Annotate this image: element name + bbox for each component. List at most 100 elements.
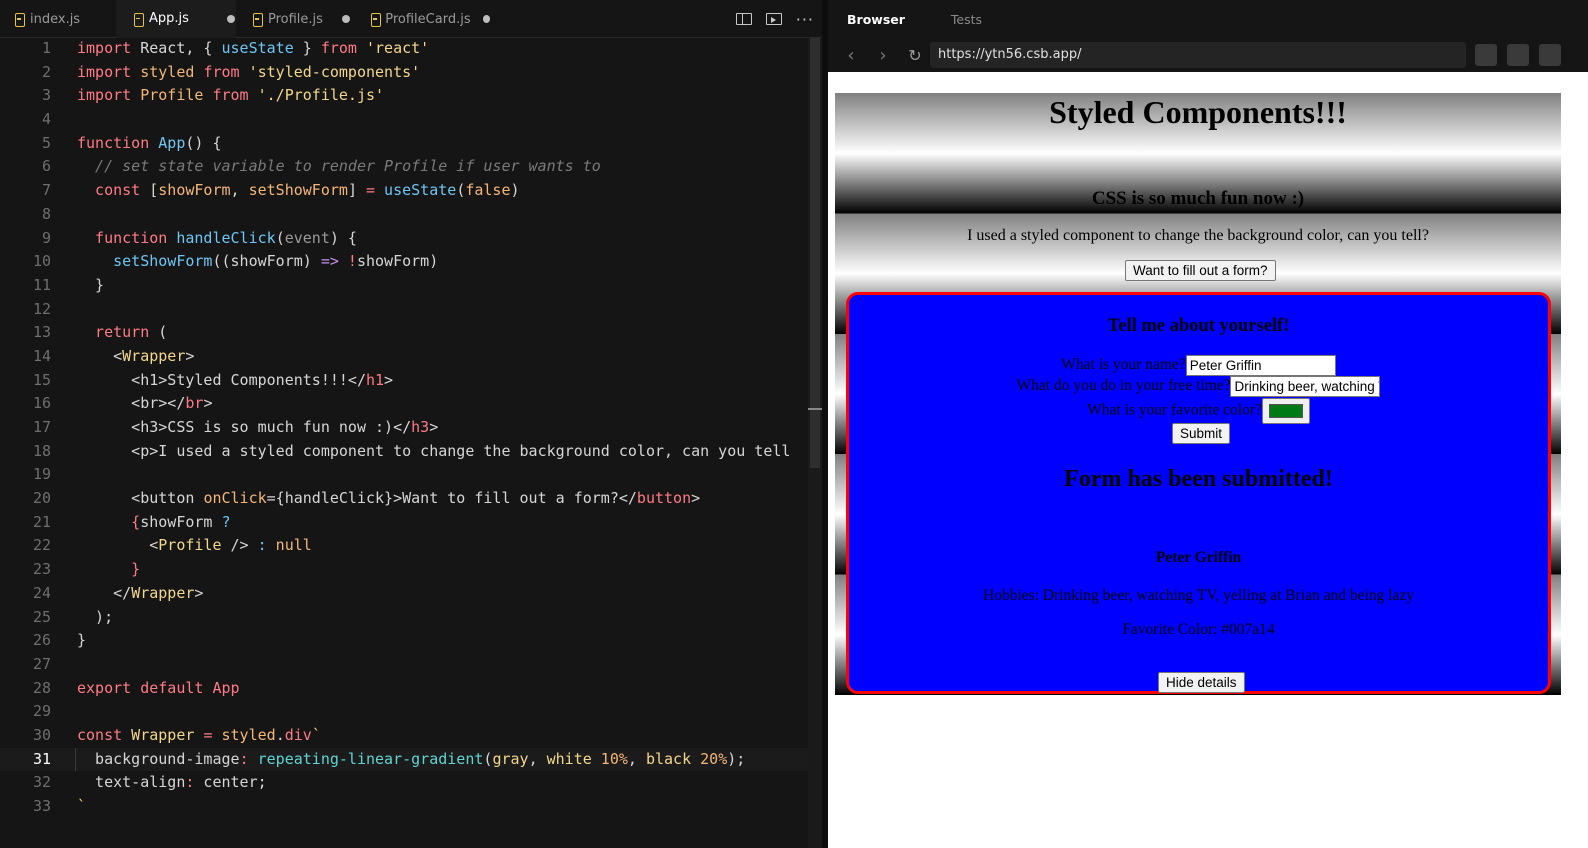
open-new-window-icon[interactable] — [1507, 44, 1529, 66]
url-bar[interactable]: https://ytn56.csb.app/ — [930, 42, 1466, 68]
hide-details-button[interactable]: Hide details — [1158, 672, 1245, 693]
code-line: 2 import styled from 'styled-components' — [0, 61, 822, 85]
color-row: What is your favorite color? — [849, 398, 1548, 424]
code-text: ); — [77, 607, 114, 626]
open-preview-icon[interactable] — [765, 13, 782, 25]
split-editor-icon[interactable] — [735, 13, 752, 25]
tab-app-js[interactable]: App.js — [116, 0, 236, 38]
card-hobbies: Hobbies: Drinking beer, watching TV, yel… — [983, 587, 1414, 604]
more-options-icon[interactable]: ··· — [796, 10, 814, 29]
code-line: 1 import React, { useState } from 'react' — [0, 37, 822, 61]
code-line: 30 const Wrapper = styled.div` — [0, 724, 822, 748]
code-line: 11 } — [0, 274, 822, 298]
back-arrow-icon[interactable]: ‹ — [842, 45, 860, 66]
code-line: 5 function App() { — [0, 132, 822, 156]
code-line: 28 export default App — [0, 677, 822, 701]
show-form-button[interactable]: Want to fill out a form? — [1125, 260, 1276, 281]
code-line: 29 — [0, 700, 822, 724]
tab-label: ProfileCard.js — [385, 11, 471, 27]
code-line: 26} — [0, 629, 822, 653]
line-number: 25 — [32, 607, 51, 626]
unsaved-dot-icon — [341, 15, 350, 23]
line-number: 8 — [41, 204, 51, 223]
code-text: <p>I used a styled component to change t… — [77, 441, 791, 460]
code-text: {showForm ? — [77, 512, 231, 531]
line-number: 21 — [32, 512, 51, 531]
code-line: 23 } — [0, 558, 822, 582]
line-number: 13 — [32, 323, 51, 342]
browser-panel: Browser Tests ‹ › ↻ https://ytn56.csb.ap… — [828, 0, 1588, 848]
code-text: <h1>Styled Components!!!</h1> — [77, 370, 394, 389]
forward-arrow-icon[interactable]: › — [874, 45, 892, 66]
line-number: 15 — [32, 370, 51, 389]
page-heading: Styled Components!!! — [1049, 94, 1347, 130]
code-text: <button onClick={handleClick}>Want to fi… — [77, 489, 701, 508]
reload-icon[interactable]: ↻ — [906, 46, 924, 65]
code-text: import React, { useState } from 'react' — [77, 39, 430, 57]
code-text: function handleClick(event) { — [77, 228, 357, 247]
page-subheading: CSS is so much fun now :) — [1091, 188, 1305, 209]
line-number: 14 — [32, 346, 51, 365]
code-text: import Profile from './Profile.js' — [77, 86, 385, 105]
line-number: 29 — [32, 702, 51, 721]
line-number: 20 — [32, 489, 51, 508]
code-area[interactable]: 1 import React, { useState } from 'react'… — [0, 37, 822, 819]
editor-tab-bar: index.js App.js Profile.js ProfileCard.j… — [0, 0, 828, 38]
line-number: 9 — [41, 228, 51, 247]
line-number: 30 — [32, 725, 51, 744]
js-file-icon — [370, 12, 382, 27]
profile-form-container: Tell me about yourself! What is your nam… — [846, 292, 1551, 694]
tab-profile-js[interactable]: Profile.js — [252, 0, 356, 38]
js-file-icon — [133, 12, 144, 27]
code-line: 20 <button onClick={handleClick}>Want to… — [0, 487, 822, 511]
code-line: 6 // set state variable to render Profil… — [0, 155, 822, 179]
js-file-icon — [252, 12, 263, 27]
profile-title: Tell me about yourself! — [1107, 316, 1290, 336]
color-picker[interactable] — [1261, 398, 1310, 424]
scrollbar-thumb[interactable] — [810, 38, 820, 468]
tab-tests[interactable]: Tests — [951, 12, 982, 27]
code-line: 33 ` — [0, 795, 822, 819]
free-time-row: What do you do in your free time? Drinkin… — [849, 376, 1548, 397]
code-text: export default App — [77, 678, 240, 697]
code-text: <h3>CSS is so much fun now :)</h3> — [77, 418, 439, 436]
code-line: 19 — [0, 463, 822, 487]
line-number: 27 — [32, 654, 51, 673]
free-time-input[interactable]: Drinking beer, watching TV, yelling at B… — [1230, 376, 1381, 397]
line-number: 5 — [41, 133, 51, 152]
fullscreen-icon[interactable] — [1539, 44, 1561, 66]
code-text: } — [77, 631, 87, 650]
tab-browser[interactable]: Browser — [847, 12, 905, 27]
code-text: ` — [77, 797, 87, 815]
name-row: What is your name? Peter Griffin — [849, 355, 1548, 376]
submit-button[interactable]: Submit — [1172, 423, 1231, 444]
tab-profilecard-js[interactable]: ProfileCard.js — [370, 0, 490, 38]
line-number: 17 — [32, 418, 51, 436]
line-number: 7 — [41, 181, 51, 200]
code-line: 14 <Wrapper> — [0, 345, 822, 369]
code-line: 21 {showForm ? — [0, 511, 822, 535]
line-number: 24 — [32, 583, 51, 602]
code-line: 27 — [0, 653, 822, 677]
code-text: <Profile /> : null — [77, 536, 312, 555]
devtools-icon[interactable] — [1475, 44, 1497, 66]
code-line: 24 </Wrapper> — [0, 582, 822, 606]
code-line: 12 — [0, 298, 822, 322]
color-label: What is your favorite color? — [1087, 401, 1262, 419]
styled-wrapper: Styled Components!!! CSS is so much fun … — [835, 93, 1561, 695]
name-input[interactable]: Peter Griffin — [1185, 355, 1336, 376]
free-time-label: What do you do in your free time? — [1016, 377, 1231, 395]
code-line: 13 return ( — [0, 321, 822, 345]
code-line: 17 <h3>CSS is so much fun now :)</h3> — [0, 416, 822, 440]
line-number: 4 — [41, 110, 51, 129]
code-text: return ( — [77, 323, 168, 342]
line-number: 31 — [32, 749, 51, 768]
tab-index-js[interactable]: index.js — [14, 0, 114, 38]
editor-scrollbar[interactable] — [808, 38, 822, 848]
line-number: 32 — [32, 773, 51, 792]
code-line: 4 — [0, 108, 822, 132]
code-editor[interactable]: index.js App.js Profile.js ProfileCard.j… — [0, 0, 828, 848]
tab-label: App.js — [149, 11, 189, 26]
code-line: 25 ); — [0, 606, 822, 630]
line-number: 1 — [41, 39, 51, 57]
